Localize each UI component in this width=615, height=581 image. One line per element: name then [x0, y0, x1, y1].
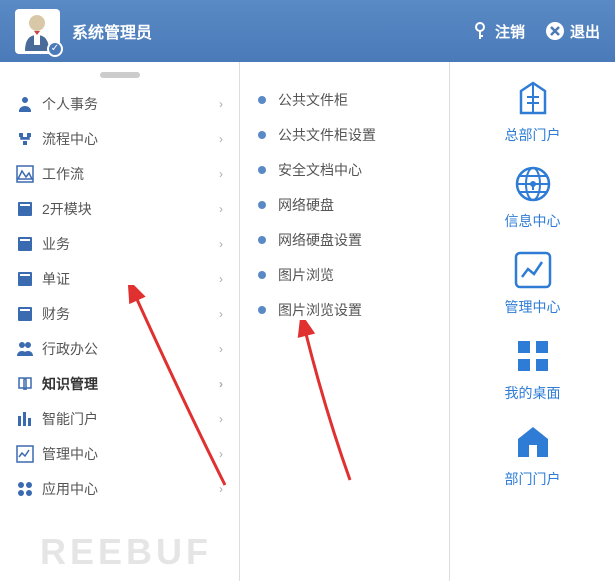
bullet-icon — [258, 306, 266, 314]
chevron-right-icon: › — [219, 237, 223, 251]
submenu-item-label: 网络硬盘 — [278, 195, 334, 215]
rightbar-item[interactable]: 部门门户 — [505, 421, 561, 489]
rightbar-item-label: 信息中心 — [505, 211, 561, 231]
globe-icon — [512, 163, 554, 205]
submenu-item-label: 安全文档中心 — [278, 160, 362, 180]
chevron-right-icon: › — [219, 167, 223, 181]
submenu-item-label: 图片浏览 — [278, 265, 334, 285]
building-icon — [512, 77, 554, 119]
rightbar-item[interactable]: 信息中心 — [505, 163, 561, 231]
rightbar-item[interactable]: 总部门户 — [505, 77, 561, 145]
rightbar: 总部门户 信息中心 管理中心 我的桌面 部门门户 — [450, 62, 615, 581]
finance-icon — [16, 305, 34, 323]
bullet-icon — [258, 131, 266, 139]
admin-icon — [16, 340, 34, 358]
chevron-right-icon: › — [219, 482, 223, 496]
check-icon: ✓ — [47, 41, 63, 57]
person-icon — [16, 95, 34, 113]
sidebar-item-label: 管理中心 — [42, 444, 219, 464]
submenu-item[interactable]: 网络硬盘设置 — [240, 222, 449, 257]
drag-handle[interactable] — [100, 72, 140, 78]
bullet-icon — [258, 201, 266, 209]
submenu-item-label: 公共文件柜 — [278, 90, 348, 110]
sidebar-item[interactable]: 财务 › — [0, 296, 239, 331]
sidebar-item-label: 流程中心 — [42, 129, 219, 149]
key-icon — [470, 21, 490, 41]
chevron-right-icon: › — [219, 342, 223, 356]
bullet-icon — [258, 166, 266, 174]
sidebar-item[interactable]: 单证 › — [0, 261, 239, 296]
chevron-right-icon: › — [219, 97, 223, 111]
business-icon — [16, 235, 34, 253]
sidebar-item-label: 应用中心 — [42, 479, 219, 499]
sidebar-item-label: 业务 — [42, 234, 219, 254]
chevron-right-icon: › — [219, 307, 223, 321]
sidebar-item-label: 智能门户 — [42, 409, 219, 429]
sidebar-item[interactable]: 流程中心 › — [0, 121, 239, 156]
close-circle-icon — [545, 21, 565, 41]
sidebar-item-label: 单证 — [42, 269, 219, 289]
sidebar-item[interactable]: 业务 › — [0, 226, 239, 261]
sidebar-item[interactable]: 工作流 › — [0, 156, 239, 191]
sidebar-item[interactable]: 应用中心 › — [0, 471, 239, 506]
app-icon — [16, 480, 34, 498]
flow-icon — [16, 130, 34, 148]
submenu-item-label: 公共文件柜设置 — [278, 125, 376, 145]
house-icon — [512, 421, 554, 463]
submenu-item[interactable]: 图片浏览 — [240, 257, 449, 292]
submenu-item[interactable]: 公共文件柜设置 — [240, 117, 449, 152]
bullet-icon — [258, 236, 266, 244]
sidebar-item-label: 2开模块 — [42, 199, 219, 219]
submenu-item[interactable]: 网络硬盘 — [240, 187, 449, 222]
logout-label: 注销 — [495, 21, 525, 42]
chevron-right-icon: › — [219, 412, 223, 426]
header: ✓ 系统管理员 注销 退出 — [0, 0, 615, 62]
submenu-item[interactable]: 公共文件柜 — [240, 82, 449, 117]
rightbar-item-label: 我的桌面 — [505, 383, 561, 403]
sidebar-item-label: 行政办公 — [42, 339, 219, 359]
knowledge-icon — [16, 375, 34, 393]
sidebar-item[interactable]: 行政办公 › — [0, 331, 239, 366]
exit-button[interactable]: 退出 — [545, 21, 600, 42]
avatar[interactable]: ✓ — [15, 9, 60, 54]
bullet-icon — [258, 271, 266, 279]
rightbar-item-label: 总部门户 — [505, 125, 561, 145]
username: 系统管理员 — [72, 19, 152, 43]
chart-icon — [512, 249, 554, 291]
chevron-right-icon: › — [219, 272, 223, 286]
chevron-right-icon: › — [219, 377, 223, 391]
submenu-item-label: 网络硬盘设置 — [278, 230, 362, 250]
sidebar-item-label: 个人事务 — [42, 94, 219, 114]
sidebar-item[interactable]: 智能门户 › — [0, 401, 239, 436]
workflow-icon — [16, 165, 34, 183]
manage-icon — [16, 445, 34, 463]
main: 个人事务 › 流程中心 › 工作流 › 2开模块 › 业务 › 单证 › 财务 … — [0, 62, 615, 581]
submenu-item[interactable]: 安全文档中心 — [240, 152, 449, 187]
sidebar-item-label: 财务 — [42, 304, 219, 324]
rightbar-item-label: 管理中心 — [505, 297, 561, 317]
submenu-item-label: 图片浏览设置 — [278, 300, 362, 320]
bullet-icon — [258, 96, 266, 104]
chevron-right-icon: › — [219, 447, 223, 461]
exit-label: 退出 — [570, 21, 600, 42]
grid-icon — [512, 335, 554, 377]
doc-icon — [16, 270, 34, 288]
sidebar: 个人事务 › 流程中心 › 工作流 › 2开模块 › 业务 › 单证 › 财务 … — [0, 62, 240, 581]
sidebar-item[interactable]: 管理中心 › — [0, 436, 239, 471]
chevron-right-icon: › — [219, 132, 223, 146]
rightbar-item[interactable]: 管理中心 — [505, 249, 561, 317]
rightbar-item[interactable]: 我的桌面 — [505, 335, 561, 403]
sidebar-item[interactable]: 个人事务 › — [0, 86, 239, 121]
sidebar-item[interactable]: 2开模块 › — [0, 191, 239, 226]
rightbar-item-label: 部门门户 — [505, 469, 561, 489]
chevron-right-icon: › — [219, 202, 223, 216]
submenu: 公共文件柜 公共文件柜设置 安全文档中心 网络硬盘 网络硬盘设置 图片浏览 图片… — [240, 62, 450, 581]
logout-button[interactable]: 注销 — [470, 21, 525, 42]
portal-icon — [16, 410, 34, 428]
sidebar-item-label: 工作流 — [42, 164, 219, 184]
sidebar-item[interactable]: 知识管理 › — [0, 366, 239, 401]
module-icon — [16, 200, 34, 218]
submenu-item[interactable]: 图片浏览设置 — [240, 292, 449, 327]
sidebar-item-label: 知识管理 — [42, 374, 219, 394]
